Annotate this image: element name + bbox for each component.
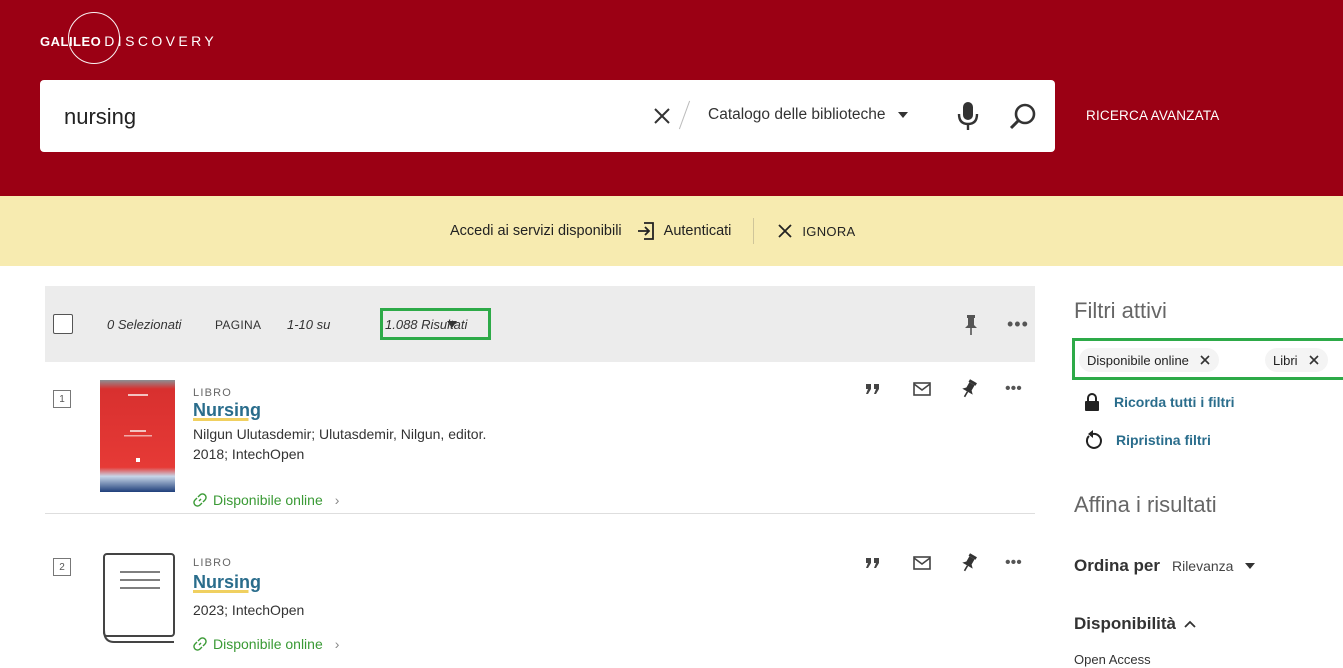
remember-filters-link[interactable]: Ricorda tutti i filtri [1084, 392, 1235, 412]
email-icon[interactable] [913, 552, 931, 574]
divider [753, 218, 755, 244]
result-actions: ••• [865, 552, 1025, 576]
sort-value: Rilevanza [1171, 558, 1234, 574]
refine-results-heading: Affina i risultati [1074, 492, 1217, 517]
clear-search-icon[interactable] [650, 104, 674, 128]
remember-filters-label: Ricorda tutti i filtri [1114, 394, 1235, 410]
selected-count: 0 Selezionati [107, 317, 182, 332]
link-icon [193, 493, 207, 507]
availability-label: Disponibile online [213, 636, 323, 652]
result-index[interactable]: 2 [53, 558, 71, 576]
active-filters-heading: Filtri attivi [1074, 298, 1167, 323]
availability-label: Disponibile online [213, 492, 323, 508]
divider [678, 100, 691, 130]
sort-label: Ordina per [1074, 556, 1160, 575]
availability-facet-toggle[interactable]: Disponibilità [1074, 614, 1196, 634]
search-box: Catalogo delle biblioteche [40, 80, 1055, 152]
header: GALILEO DISCOVERY Catalogo delle bibliot… [0, 0, 1343, 196]
more-options-icon[interactable]: ••• [1005, 378, 1022, 400]
citation-icon[interactable] [865, 552, 881, 574]
book-cover-thumbnail[interactable] [100, 380, 175, 492]
page-label[interactable]: PAGINA [215, 318, 261, 332]
close-icon[interactable] [1308, 354, 1320, 366]
pin-icon[interactable] [961, 378, 977, 400]
result-publication: 2023; IntechOpen [193, 602, 305, 618]
results-toolbar: 0 Selezionati PAGINA 1-10 su 1.088 Risul… [45, 286, 1035, 362]
result-index[interactable]: 1 [53, 390, 71, 408]
close-icon[interactable] [1199, 354, 1211, 366]
result-actions: ••• [865, 378, 1025, 402]
reset-filters-label: Ripristina filtri [1116, 432, 1211, 448]
close-icon [778, 224, 793, 238]
chevron-down-icon [1245, 563, 1256, 569]
chevron-down-icon [897, 112, 908, 118]
active-filter-chips: Disponibile online Libri [1072, 338, 1343, 380]
advanced-search-link[interactable]: RICERCA AVANZATA [1086, 108, 1219, 123]
logo-bold-text: GALILEO [40, 33, 102, 49]
signin-bar: Accedi ai servizi disponibili Autenticat… [0, 196, 1343, 266]
dismiss-label: IGNORA [802, 223, 856, 239]
results-range: 1-10 su [287, 317, 331, 332]
search-icon[interactable] [1008, 102, 1038, 132]
pin-icon[interactable] [961, 552, 977, 574]
result-item[interactable]: 2 LIBRO Nursing 2023; IntechOpen Disponi… [45, 540, 1035, 668]
sort-dropdown[interactable]: Ordina per Rilevanza [1074, 556, 1256, 576]
select-all-checkbox[interactable] [53, 314, 73, 334]
result-title-link[interactable]: Nursing [193, 572, 261, 593]
open-access-facet[interactable]: Open Access [1074, 652, 1151, 667]
filter-chip[interactable]: Disponibile online [1079, 348, 1219, 372]
scope-label: Catalogo delle biblioteche [708, 106, 886, 123]
total-results-highlight [380, 308, 491, 340]
login-button[interactable]: Autenticati [636, 221, 732, 241]
result-title-link[interactable]: Nursing [193, 400, 261, 421]
filter-chip-label: Disponibile online [1087, 352, 1189, 368]
book-placeholder-icon[interactable] [100, 550, 180, 646]
pin-icon[interactable] [963, 314, 979, 336]
result-item[interactable]: 1 LIBRO Nursing Nilgun Ulutasdemir; Ulut… [45, 364, 1035, 514]
result-type: LIBRO [193, 387, 233, 399]
login-icon [637, 222, 654, 240]
chevron-right-icon: › [334, 492, 340, 508]
chevron-up-icon [1184, 620, 1196, 628]
search-input[interactable] [62, 102, 622, 132]
filter-chip[interactable]: Libri [1265, 348, 1328, 372]
result-publication: 2018; IntechOpen [193, 446, 305, 462]
filter-chip-label: Libri [1273, 352, 1298, 368]
signin-message: Accedi ai servizi disponibili [450, 223, 622, 239]
chevron-right-icon: › [334, 636, 340, 652]
lock-icon [1085, 393, 1099, 411]
galileo-logo[interactable]: GALILEO DISCOVERY [40, 12, 218, 64]
availability-link[interactable]: Disponibile online › [193, 636, 339, 652]
dismiss-button[interactable]: IGNORA [776, 222, 855, 240]
microphone-icon[interactable] [956, 100, 980, 132]
link-icon [193, 637, 207, 651]
facets-sidebar: Filtri attivi Disponibile online Libri R… [1062, 286, 1343, 668]
chevron-down-icon[interactable] [447, 321, 457, 328]
scope-dropdown[interactable]: Catalogo delle biblioteche [708, 106, 908, 124]
availability-heading: Disponibilità [1074, 614, 1176, 633]
reset-icon [1086, 430, 1102, 449]
login-label: Autenticati [663, 223, 732, 239]
reset-filters-link[interactable]: Ripristina filtri [1084, 430, 1211, 450]
result-type: LIBRO [193, 557, 233, 569]
more-options-icon[interactable]: ••• [1007, 314, 1029, 335]
result-authors: Nilgun Ulutasdemir; Ulutasdemir, Nilgun,… [193, 426, 487, 442]
citation-icon[interactable] [865, 378, 881, 400]
email-icon[interactable] [913, 378, 931, 400]
logo-light-text: DISCOVERY [104, 33, 218, 49]
signin-inner: Accedi ai servizi disponibili Autenticat… [450, 216, 855, 246]
more-options-icon[interactable]: ••• [1005, 552, 1022, 574]
availability-link[interactable]: Disponibile online › [193, 492, 339, 508]
